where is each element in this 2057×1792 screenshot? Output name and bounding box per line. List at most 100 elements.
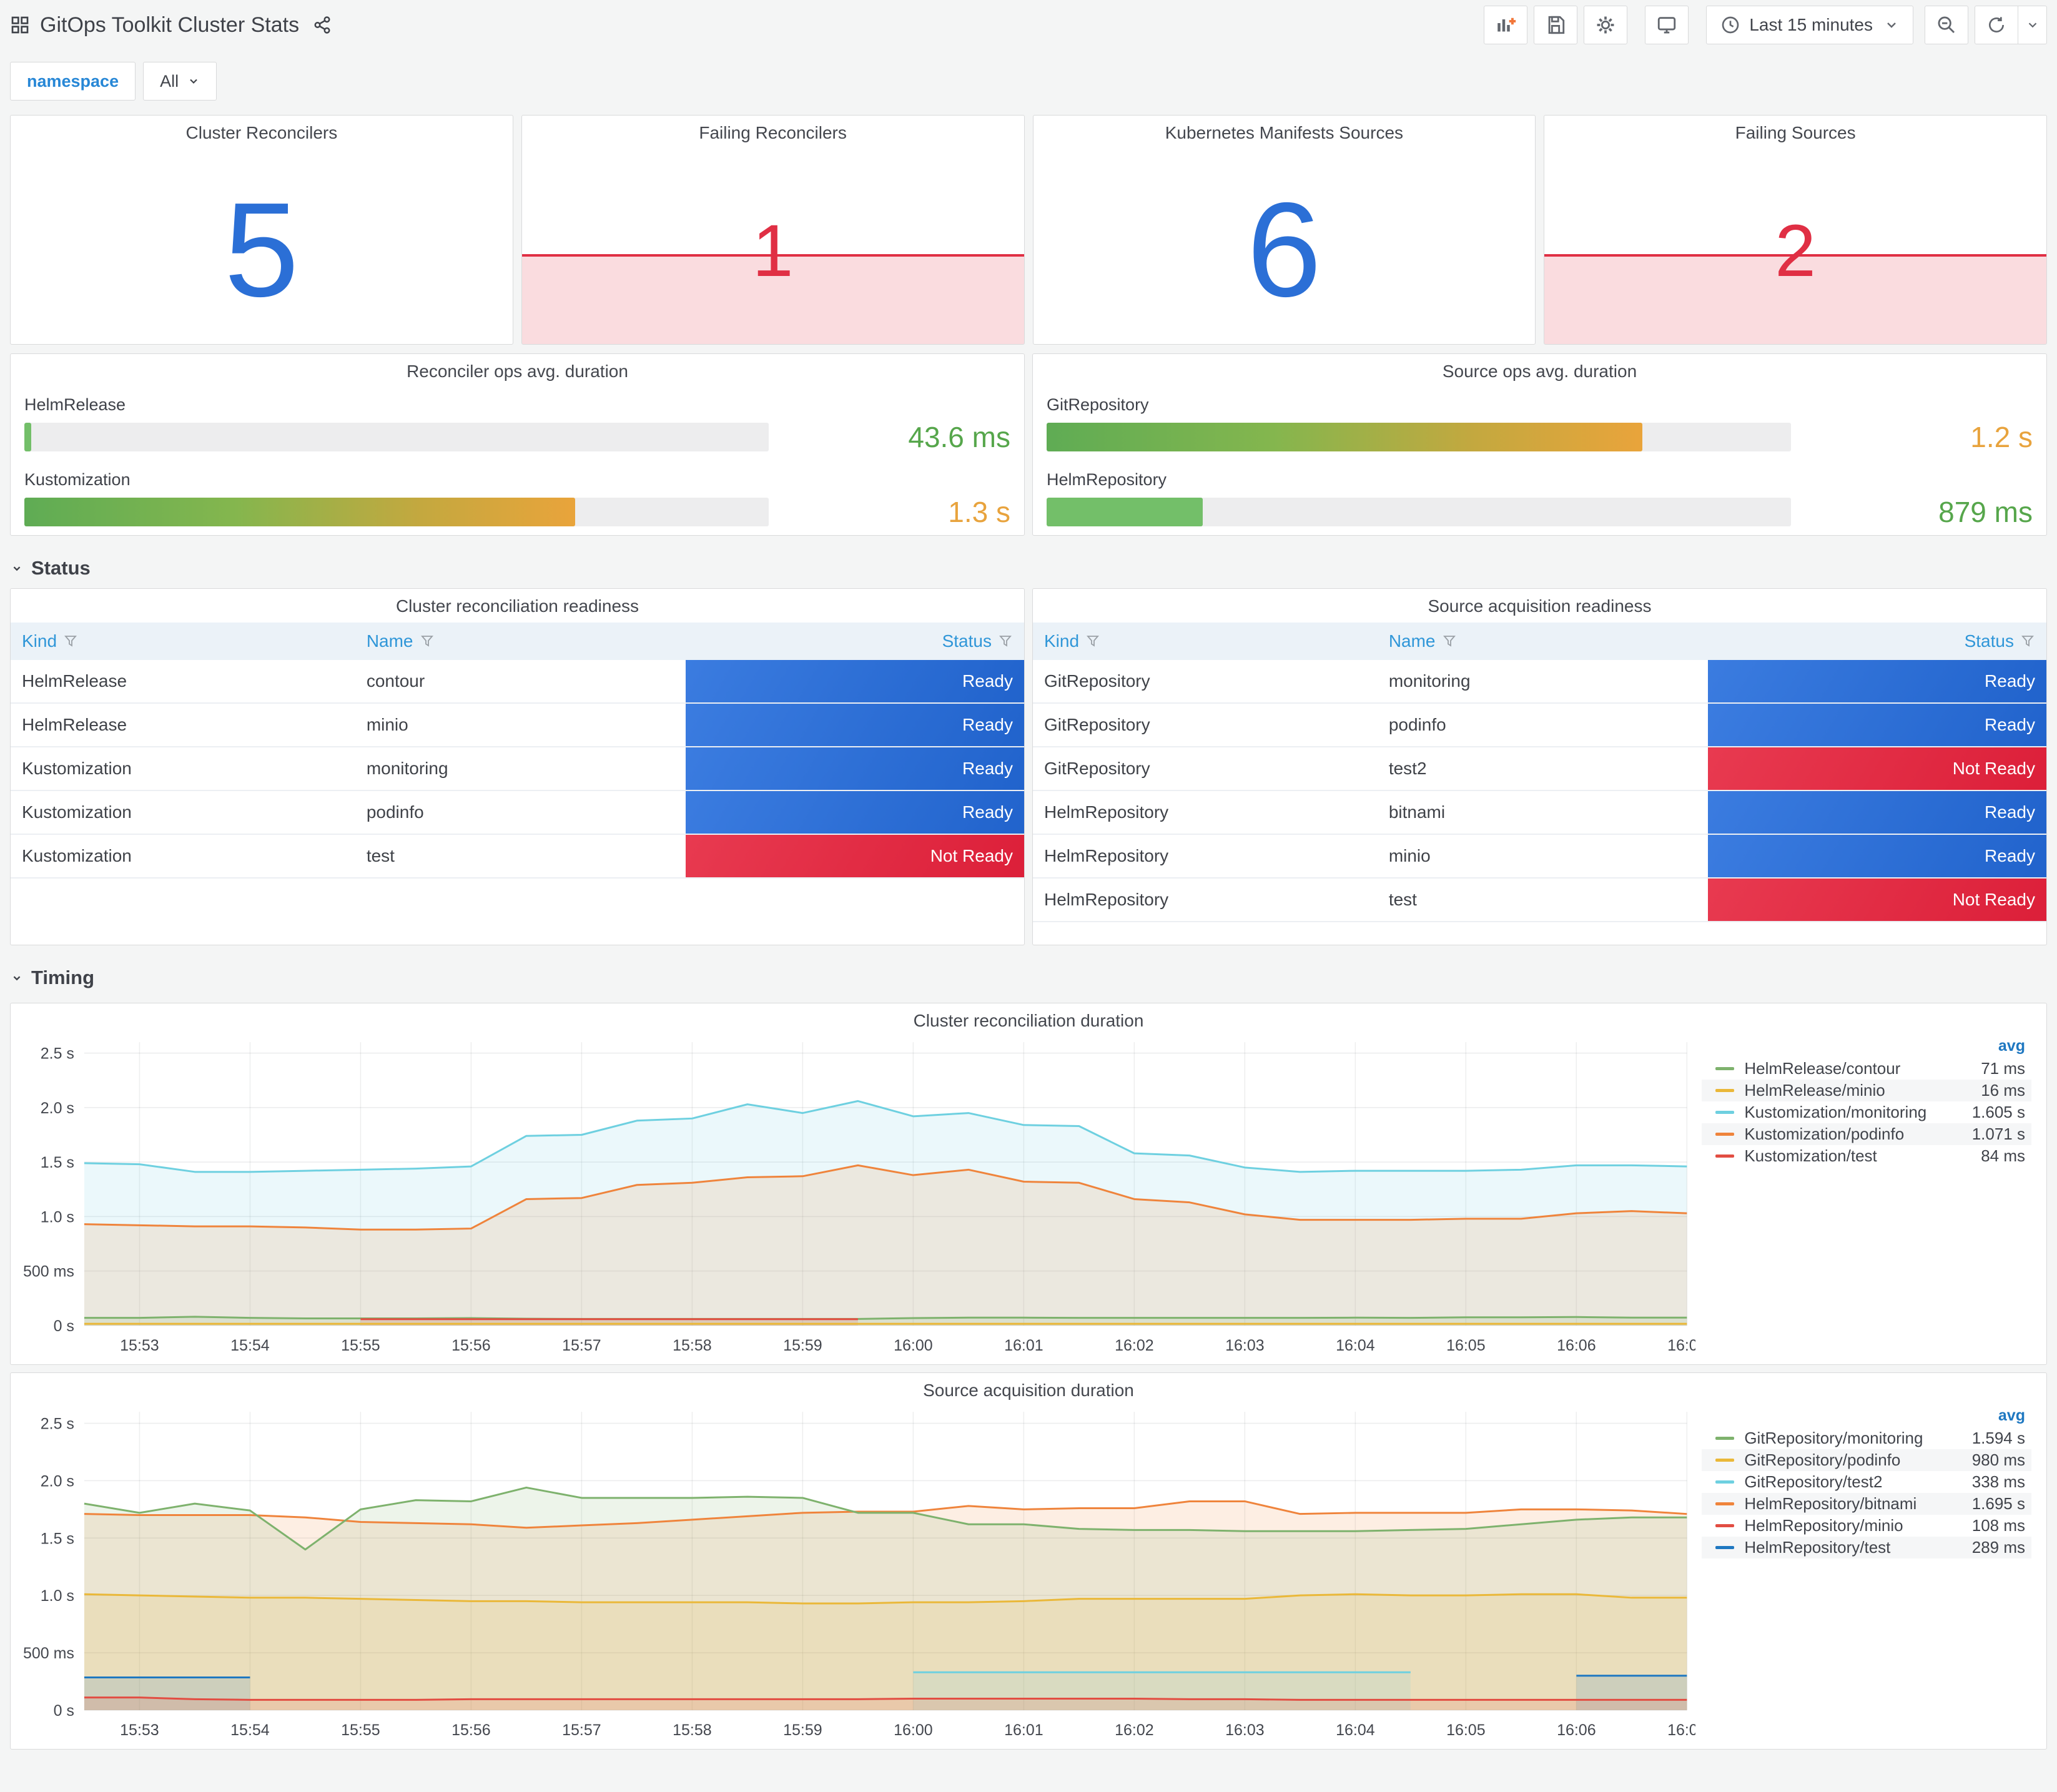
stat-panel-1[interactable]: Cluster Reconcilers 5	[10, 115, 513, 345]
status-badge: Ready	[685, 747, 1024, 790]
legend-avg-value: 1.071 s	[1971, 1125, 2025, 1143]
section-header-status[interactable]: Status	[10, 551, 2047, 586]
gauge-panels-row: Reconciler ops avg. duration HelmRelease 4…	[10, 353, 2047, 536]
legend-series-name: HelmRepository/bitnami	[1744, 1494, 1917, 1513]
panel-title: Source acquisition readiness	[1428, 596, 1652, 616]
legend-item[interactable]: GitRepository/monitoring 1.594 s	[1702, 1427, 2031, 1449]
section-header-timing[interactable]: Timing	[10, 960, 2047, 995]
legend-item[interactable]: HelmRelease/contour 71 ms	[1702, 1058, 2031, 1080]
cell-name: test2	[1388, 759, 1427, 778]
cell-name: podinfo	[366, 802, 424, 822]
svg-text:15:55: 15:55	[341, 1721, 380, 1739]
series-color-swatch	[1715, 1089, 1735, 1092]
table-panel-1[interactable]: Cluster reconciliation readiness Kind Name…	[10, 588, 1025, 945]
svg-text:16:07: 16:07	[1667, 1721, 1695, 1739]
table: Kind Name Status HelmRelease contour Ready Hel…	[11, 623, 1024, 879]
stat-panel-4[interactable]: Failing Sources 2	[1544, 115, 2047, 345]
svg-text:15:59: 15:59	[783, 1721, 822, 1739]
refresh-interval-dropdown[interactable]	[2018, 6, 2046, 44]
table-panel-2[interactable]: Source acquisition readiness Kind Name Stat…	[1032, 588, 2047, 945]
gauge-track	[1047, 423, 1792, 451]
gauge-panel-2[interactable]: Source ops avg. duration GitRepository 1.2…	[1032, 353, 2047, 536]
filter-funnel-icon[interactable]	[63, 634, 78, 649]
svg-text:1.0 s: 1.0 s	[41, 1208, 74, 1226]
gauge-panel-1[interactable]: Reconciler ops avg. duration HelmRelease 4…	[10, 353, 1025, 536]
svg-text:500 ms: 500 ms	[23, 1263, 74, 1281]
legend-avg-value: 289 ms	[1971, 1538, 2025, 1557]
time-range-picker[interactable]: Last 15 minutes	[1706, 6, 1913, 44]
legend-avg-value: 71 ms	[1981, 1059, 2025, 1078]
gauge-body: GitRepository 1.2 s HelmRepository 879 ms	[1047, 395, 2033, 535]
legend-item[interactable]: HelmRepository/test 289 ms	[1702, 1537, 2031, 1558]
chart-panel-1[interactable]: Cluster reconciliation duration 0 s 500 ms…	[10, 1003, 2047, 1365]
column-header-status[interactable]: Status	[1708, 631, 2046, 651]
legend-item[interactable]: HelmRepository/bitnami 1.695 s	[1702, 1493, 2031, 1515]
chart-panel-2[interactable]: Source acquisition duration 0 s 500 ms 1.0 …	[10, 1372, 2047, 1750]
legend-series-name: Kustomization/test	[1744, 1146, 1877, 1165]
gauge-label: HelmRelease	[24, 395, 126, 414]
gauge-row-gitrepository: GitRepository 1.2 s	[1047, 395, 2033, 454]
svg-text:16:07: 16:07	[1667, 1337, 1695, 1354]
zoom-out-button[interactable]	[1925, 6, 1968, 44]
column-header-kind[interactable]: Kind	[11, 631, 355, 651]
legend-series-name: GitRepository/monitoring	[1744, 1429, 1923, 1447]
stat-value: 2	[1775, 210, 1816, 292]
cell-name: test	[1388, 890, 1417, 909]
gauge-body: HelmRelease 43.6 ms Kustomization 1.3 s	[24, 395, 1010, 535]
svg-text:16:03: 16:03	[1225, 1721, 1264, 1739]
save-dashboard-button[interactable]	[1534, 6, 1578, 44]
legend-avg-header[interactable]: avg	[1702, 1406, 2031, 1427]
chevron-down-icon	[190, 79, 197, 84]
tv-mode-button[interactable]	[1645, 6, 1689, 44]
column-header-name[interactable]: Name	[355, 631, 686, 651]
cell-name: monitoring	[1388, 671, 1471, 691]
dashboard-settings-button[interactable]	[1584, 6, 1628, 44]
legend-item[interactable]: HelmRepository/minio 108 ms	[1702, 1515, 2031, 1537]
legend-item[interactable]: Kustomization/podinfo 1.071 s	[1702, 1123, 2031, 1145]
chart-plot-area[interactable]: 0 s 500 ms 1.0 s 1.5 s 2.0 s 2.5 s 15:53 15:54 1…	[11, 1032, 1695, 1365]
table-row: HelmRelease minio Ready	[11, 704, 1024, 747]
filter-funnel-icon[interactable]	[420, 634, 435, 649]
legend-item[interactable]: Kustomization/monitoring 1.605 s	[1702, 1101, 2031, 1123]
cell-kind: HelmRepository	[1044, 802, 1169, 822]
svg-text:16:04: 16:04	[1336, 1337, 1375, 1354]
stat-panel-3[interactable]: Kubernetes Manifests Sources 6	[1032, 115, 1536, 345]
cell-status: Ready	[685, 660, 1024, 702]
stat-panel-2[interactable]: Failing Reconcilers 1	[521, 115, 1025, 345]
legend-item[interactable]: GitRepository/podinfo 980 ms	[1702, 1449, 2031, 1471]
dashboard-grid-icon[interactable]	[10, 15, 30, 35]
table-row: GitRepository monitoring Ready	[1033, 660, 2046, 704]
refresh-button[interactable]	[1975, 6, 2018, 44]
status-badge: Ready	[1707, 704, 2046, 746]
column-header-status[interactable]: Status	[686, 631, 1024, 651]
page-title[interactable]: GitOps Toolkit Cluster Stats	[40, 13, 299, 37]
status-badge: Ready	[685, 660, 1024, 702]
svg-text:16:00: 16:00	[894, 1721, 932, 1739]
cell-name: minio	[1388, 846, 1431, 865]
column-header-kind[interactable]: Kind	[1033, 631, 1378, 651]
legend-series-name: Kustomization/podinfo	[1744, 1125, 1905, 1143]
chart-plot-area[interactable]: 0 s 500 ms 1.0 s 1.5 s 2.0 s 2.5 s 15:53 15:54 1…	[11, 1402, 1695, 1750]
cell-status: Not Ready	[1707, 747, 2046, 790]
share-icon[interactable]	[313, 16, 332, 34]
column-header-name[interactable]: Name	[1378, 631, 1708, 651]
filter-funnel-icon[interactable]	[1085, 634, 1100, 649]
table: Kind Name Status GitRepository monitoring Rea…	[1033, 623, 2046, 922]
legend-item[interactable]: HelmRelease/minio 16 ms	[1702, 1080, 2031, 1101]
legend-avg-header[interactable]: avg	[1702, 1036, 2031, 1058]
column-header-label: Name	[1388, 631, 1436, 651]
legend-item[interactable]: Kustomization/test 84 ms	[1702, 1145, 2031, 1167]
cell-status: Ready	[1707, 835, 2046, 877]
table-row: HelmRepository minio Ready	[1033, 835, 2046, 879]
cell-kind: HelmRelease	[22, 715, 127, 734]
filter-funnel-icon[interactable]	[998, 634, 1013, 649]
gauge-label: Kustomization	[24, 470, 131, 489]
add-panel-button[interactable]	[1484, 6, 1528, 44]
legend-item[interactable]: GitRepository/test2 338 ms	[1702, 1471, 2031, 1493]
stat-panels-row: Cluster Reconcilers 5 Failing Reconcilers 1…	[10, 115, 2047, 345]
svg-text:15:53: 15:53	[120, 1337, 159, 1354]
filter-funnel-icon[interactable]	[2020, 634, 2035, 649]
variable-value-dropdown[interactable]: All	[143, 62, 217, 101]
series-color-swatch	[1715, 1502, 1735, 1505]
filter-funnel-icon[interactable]	[1442, 634, 1457, 649]
